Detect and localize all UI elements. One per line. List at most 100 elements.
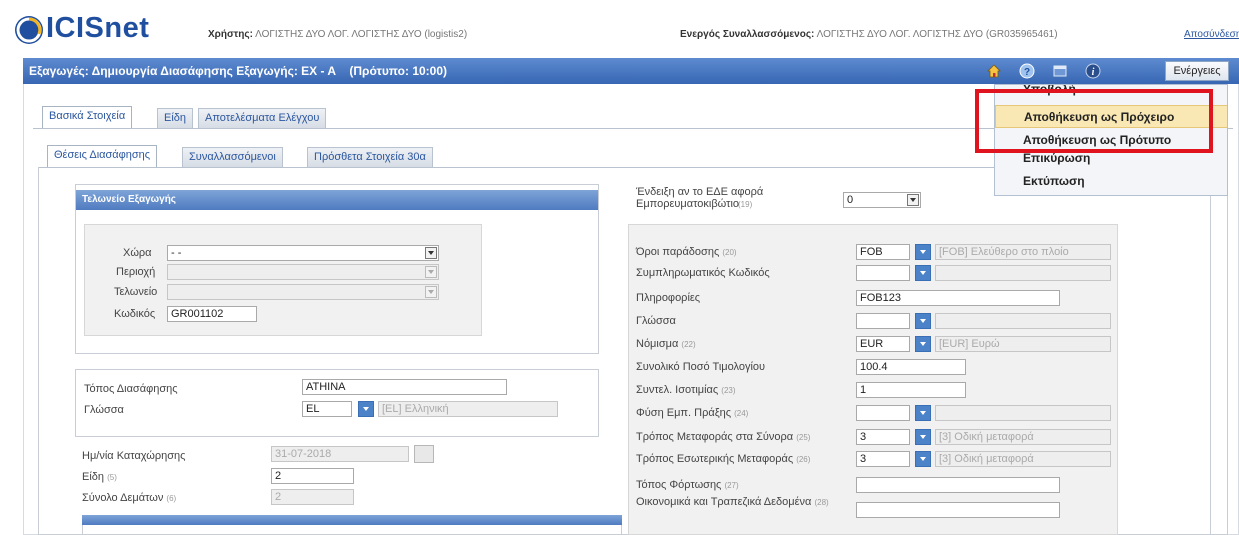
items-input[interactable]: 2 (271, 468, 354, 484)
transaction-nature-description (935, 405, 1111, 421)
invoice-total-label: Συνολικό Ποσό Τιμολογίου (636, 361, 765, 373)
window-icon[interactable] (1052, 63, 1068, 79)
transaction-nature-code-input[interactable] (856, 405, 910, 421)
border-transport-code-input[interactable]: 3 (856, 429, 910, 445)
actions-button[interactable]: Ενέργειες (1165, 61, 1229, 81)
currency-dropdown-button[interactable] (915, 336, 931, 352)
delivery-terms-code-input[interactable]: FOB (856, 244, 910, 260)
transaction-nature-label-text: Φύση Εμπ. Πράξης (636, 407, 732, 419)
language-description (935, 313, 1111, 329)
header-bar: ICISnet Χρήστης: ΛΟΓΙΣΤΗΣ ΔΥΟ ΛΟΓ. ΛΟΓΙΣ… (0, 0, 1239, 58)
currency-label-sub: (22) (681, 340, 696, 349)
financial-data-input[interactable] (856, 502, 1060, 518)
office-label: Τελωνείο (114, 286, 158, 298)
customs-heading: Τελωνείο Εξαγωγής (76, 190, 598, 210)
inland-transport-label-sub: (26) (796, 455, 811, 464)
calendar-icon[interactable] (414, 445, 434, 463)
transaction-nature-dropdown-button[interactable] (915, 405, 931, 421)
logo-globe-icon (15, 16, 43, 44)
place-input[interactable]: ATHINA (302, 379, 507, 395)
transaction-nature-label: Φύση Εμπ. Πράξης (24) (636, 407, 748, 419)
financial-data-label-sub: (28) (814, 498, 829, 507)
items-label-text: Είδη (82, 471, 105, 483)
delivery-terms-label-sub: (20) (722, 248, 737, 257)
items-label-sub: (5) (107, 473, 117, 482)
delivery-terms-label: Όροι παράδοσης (20) (636, 246, 737, 258)
right-panel-border (1210, 184, 1228, 535)
currency-label: Νόμισμα (22) (636, 338, 696, 350)
user-label: Χρήστης: (208, 29, 253, 40)
border-transport-dropdown-button[interactable] (915, 429, 931, 445)
loading-place-label: Τόπος Φόρτωσης (27) (636, 479, 739, 491)
language-description: [EL] Ελληνική (378, 401, 558, 417)
language-label: Γλώσσα (84, 404, 124, 416)
exchange-rate-label: Συντελ. Ισοτιμίας (23) (636, 384, 736, 396)
financial-data-label-text: Οικονομικά και Τραπεζικά Δεδομένα (636, 496, 812, 508)
tab-additional-30a[interactable]: Πρόσθετα Στοιχεία 30α (307, 147, 433, 167)
border-transport-label-sub: (25) (796, 433, 811, 442)
tab-basic-info[interactable]: Βασικά Στοιχεία (42, 106, 133, 128)
invoice-total-label-text: Συνολικό Ποσό Τιμολογίου (636, 361, 766, 373)
information-label-text: Πληροφορίες (636, 292, 701, 304)
supplementary-code-label-text: Συμπληρωματικός Κωδικός (636, 267, 770, 279)
svg-text:i: i (1092, 67, 1095, 78)
supplementary-code-description (935, 265, 1111, 281)
logo: ICISnet (14, 12, 174, 47)
page-title: Εξαγωγές: Δημιουργία Διασάφησης Εξαγωγής… (29, 64, 448, 78)
chevron-down-icon (425, 266, 437, 278)
container-label-text: Ένδειξη αν το ΕΔΕ αφορά Εμπορευματοκιβώτ… (636, 186, 764, 210)
inland-transport-code-input[interactable]: 3 (856, 451, 910, 467)
packages-label-text: Σύνολο Δεμάτων (82, 492, 164, 504)
tab-traders[interactable]: Συναλλασσόμενοι (182, 147, 283, 167)
tab-declaration-positions[interactable]: Θέσεις Διασάφησης (47, 145, 158, 167)
items-label: Είδη (5) (82, 471, 117, 483)
svg-text:?: ? (1024, 67, 1030, 78)
user-value: ΛΟΓΙΣΤΗΣ ΔΥΟ ΛΟΓ. ΛΟΓΙΣΤΗΣ ΔΥΟ (logistis… (255, 29, 468, 40)
loading-place-input[interactable] (856, 477, 1060, 493)
bottom-section-header (82, 515, 622, 525)
container-label-sub: (19) (738, 200, 753, 209)
information-input[interactable]: FOB123 (856, 290, 1060, 306)
reg-date-label: Ημ/νία Καταχώρησης (82, 450, 186, 462)
financial-data-label: Οικονομικά και Τραπεζικά Δεδομένα (28) (636, 496, 836, 509)
border-transport-label: Τρόπος Μεταφοράς στα Σύνορα (25) (636, 431, 810, 443)
country-value: - - (171, 247, 182, 259)
loading-place-label-sub: (27) (724, 481, 739, 490)
currency-code-input[interactable]: EUR (856, 336, 910, 352)
supplementary-code-code-input[interactable] (856, 265, 910, 281)
region-select[interactable] (167, 264, 439, 280)
tab-items[interactable]: Είδη (157, 108, 194, 128)
country-select[interactable]: - - (167, 245, 439, 261)
language-dropdown-button[interactable] (358, 401, 374, 417)
home-icon[interactable] (986, 63, 1002, 79)
menu-print[interactable]: Εκτύπωση (995, 170, 1227, 193)
currency-label-text: Νόμισμα (636, 338, 679, 350)
exchange-rate-input[interactable]: 1 (856, 382, 966, 398)
language-dropdown-button[interactable] (915, 313, 931, 329)
help-icon[interactable]: ? (1019, 63, 1035, 79)
chevron-down-icon (907, 194, 919, 206)
code-label: Κωδικός (114, 308, 156, 320)
chevron-down-icon (425, 286, 437, 298)
supplementary-code-dropdown-button[interactable] (915, 265, 931, 281)
delivery-terms-dropdown-button[interactable] (915, 244, 931, 260)
tab-control-results[interactable]: Αποτελέσματα Ελέγχου (198, 108, 327, 128)
delivery-terms-description: [FOB] Ελεύθερο στο πλοίο (935, 244, 1111, 260)
language-code-input[interactable]: EL (302, 401, 352, 417)
office-select[interactable] (167, 284, 439, 300)
packages-label: Σύνολο Δεμάτων (6) (82, 492, 176, 504)
code-input[interactable]: GR001102 (167, 306, 257, 322)
inland-transport-dropdown-button[interactable] (915, 451, 931, 467)
logout-link[interactable]: Αποσύνδεση (1184, 29, 1239, 40)
user-info: Χρήστης: ΛΟΓΙΣΤΗΣ ΔΥΟ ΛΟΓ. ΛΟΓΙΣΤΗΣ ΔΥΟ … (208, 29, 467, 40)
information-label: Πληροφορίες (636, 292, 700, 304)
container-select[interactable]: 0 (843, 192, 921, 208)
inland-transport-label-text: Τρόπος Εσωτερικής Μεταφοράς (636, 453, 794, 465)
trader-info: Ενεργός Συναλλασσόμενος: ΛΟΓΙΣΤΗΣ ΔΥΟ ΛΟ… (680, 29, 1058, 40)
language-code-input[interactable] (856, 313, 910, 329)
invoice-total-input[interactable]: 100.4 (856, 359, 966, 375)
supplementary-code-label: Συμπληρωματικός Κωδικός (636, 267, 770, 279)
packages-label-sub: (6) (166, 494, 177, 503)
language-label-text: Γλώσσα (636, 315, 676, 327)
info-icon[interactable]: i (1085, 63, 1101, 79)
